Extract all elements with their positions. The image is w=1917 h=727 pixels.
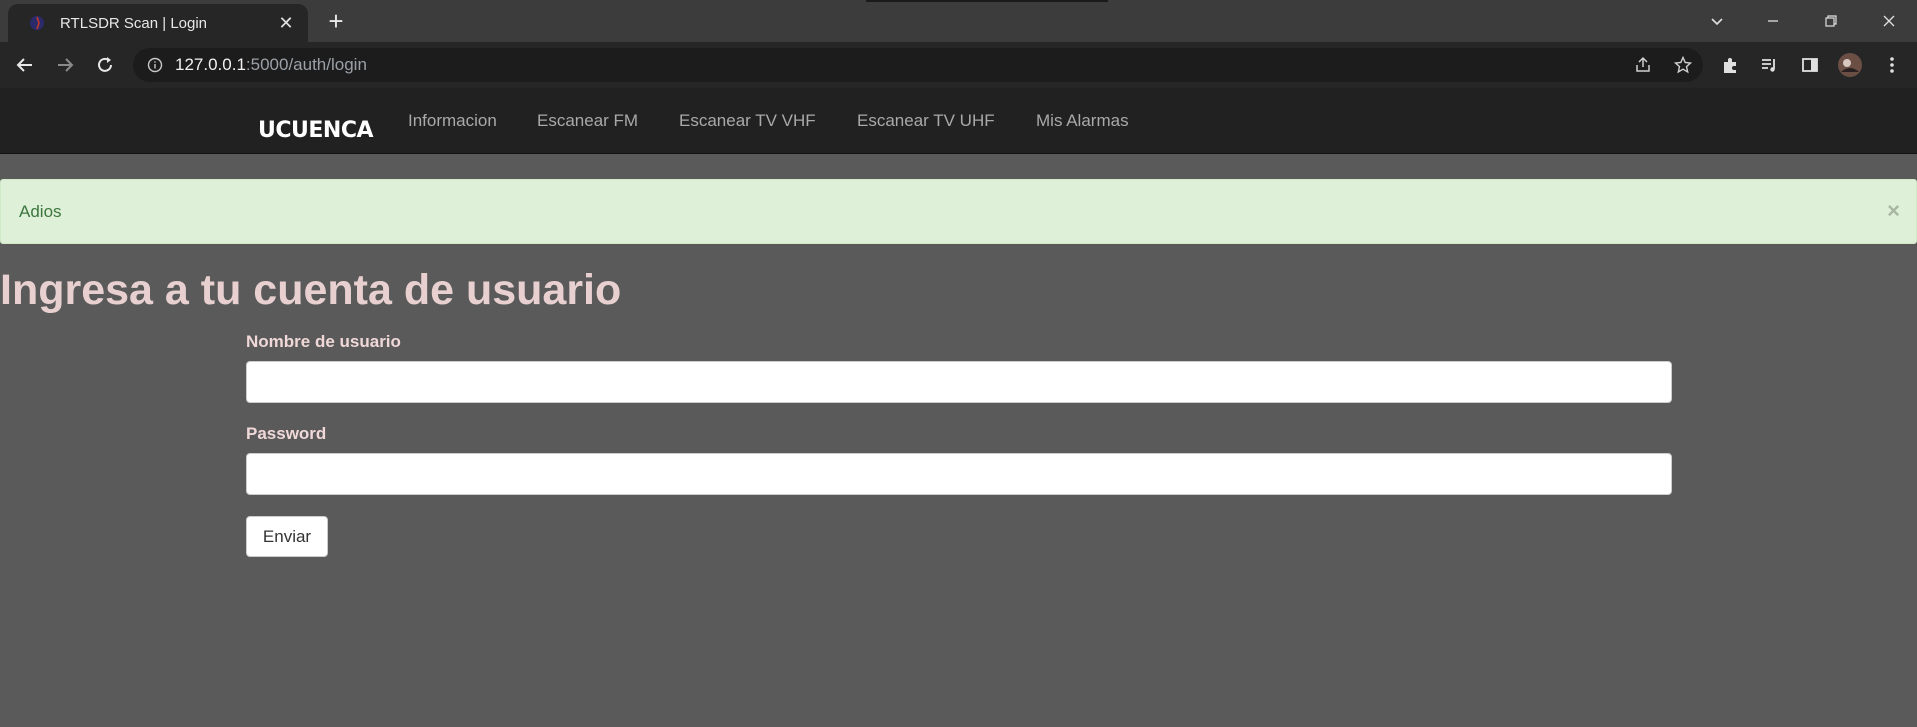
media-queue-icon[interactable] (1756, 51, 1784, 79)
page-title: Ingresa a tu cuenta de usuario (0, 266, 622, 314)
profile-avatar[interactable] (1836, 51, 1864, 79)
nav-link-escanear-tv-uhf[interactable]: Escanear TV UHF (857, 111, 995, 131)
username-label: Nombre de usuario (246, 332, 401, 351)
site-navbar: UCUENCA Informacion Escanear FM Escanear… (0, 88, 1917, 154)
close-tab-icon[interactable]: ✕ (276, 13, 296, 34)
url-path: :5000/auth/login (245, 55, 367, 74)
tab-search-icon[interactable] (1694, 6, 1740, 36)
tabstrip-divider (866, 0, 1108, 2)
minimize-icon[interactable] (1750, 6, 1796, 36)
flash-alert: Adios × (0, 179, 1917, 244)
alert-message: Adios (19, 202, 62, 221)
bookmark-star-icon[interactable] (1673, 55, 1693, 79)
restore-icon[interactable] (1808, 6, 1854, 36)
address-bar[interactable]: 127.0.0.1:5000/auth/login (133, 48, 1703, 82)
extensions-icon[interactable] (1716, 51, 1744, 79)
nav-link-informacion[interactable]: Informacion (408, 111, 497, 131)
browser-tab-active[interactable]: RTLSDR Scan | Login ✕ (8, 4, 308, 42)
password-label: Password (246, 424, 327, 443)
site-info-icon[interactable] (147, 57, 163, 73)
favicon-icon (28, 14, 46, 32)
side-panel-icon[interactable] (1796, 51, 1824, 79)
share-icon[interactable] (1634, 56, 1652, 79)
username-input[interactable] (246, 361, 1672, 403)
nav-link-escanear-fm[interactable]: Escanear FM (537, 111, 638, 131)
alert-close-icon[interactable]: × (1887, 198, 1900, 224)
close-window-icon[interactable] (1866, 6, 1912, 36)
reload-icon[interactable] (91, 51, 119, 79)
kebab-menu-icon[interactable] (1878, 51, 1906, 79)
nav-link-mis-alarmas[interactable]: Mis Alarmas (1036, 111, 1129, 131)
brand-logo[interactable]: UCUENCA (258, 118, 374, 143)
forward-arrow-icon[interactable] (51, 51, 79, 79)
url-host: 127.0.0.1 (175, 55, 246, 74)
browser-toolbar: 127.0.0.1:5000/auth/login (0, 42, 1917, 88)
new-tab-button[interactable]: + (322, 8, 350, 36)
browser-tabstrip: RTLSDR Scan | Login ✕ + (0, 0, 1917, 42)
tab-title: RTLSDR Scan | Login (60, 14, 208, 32)
submit-button[interactable]: Enviar (246, 516, 328, 557)
password-input[interactable] (246, 453, 1672, 495)
nav-link-escanear-tv-vhf[interactable]: Escanear TV VHF (679, 111, 816, 131)
back-arrow-icon[interactable] (11, 51, 39, 79)
